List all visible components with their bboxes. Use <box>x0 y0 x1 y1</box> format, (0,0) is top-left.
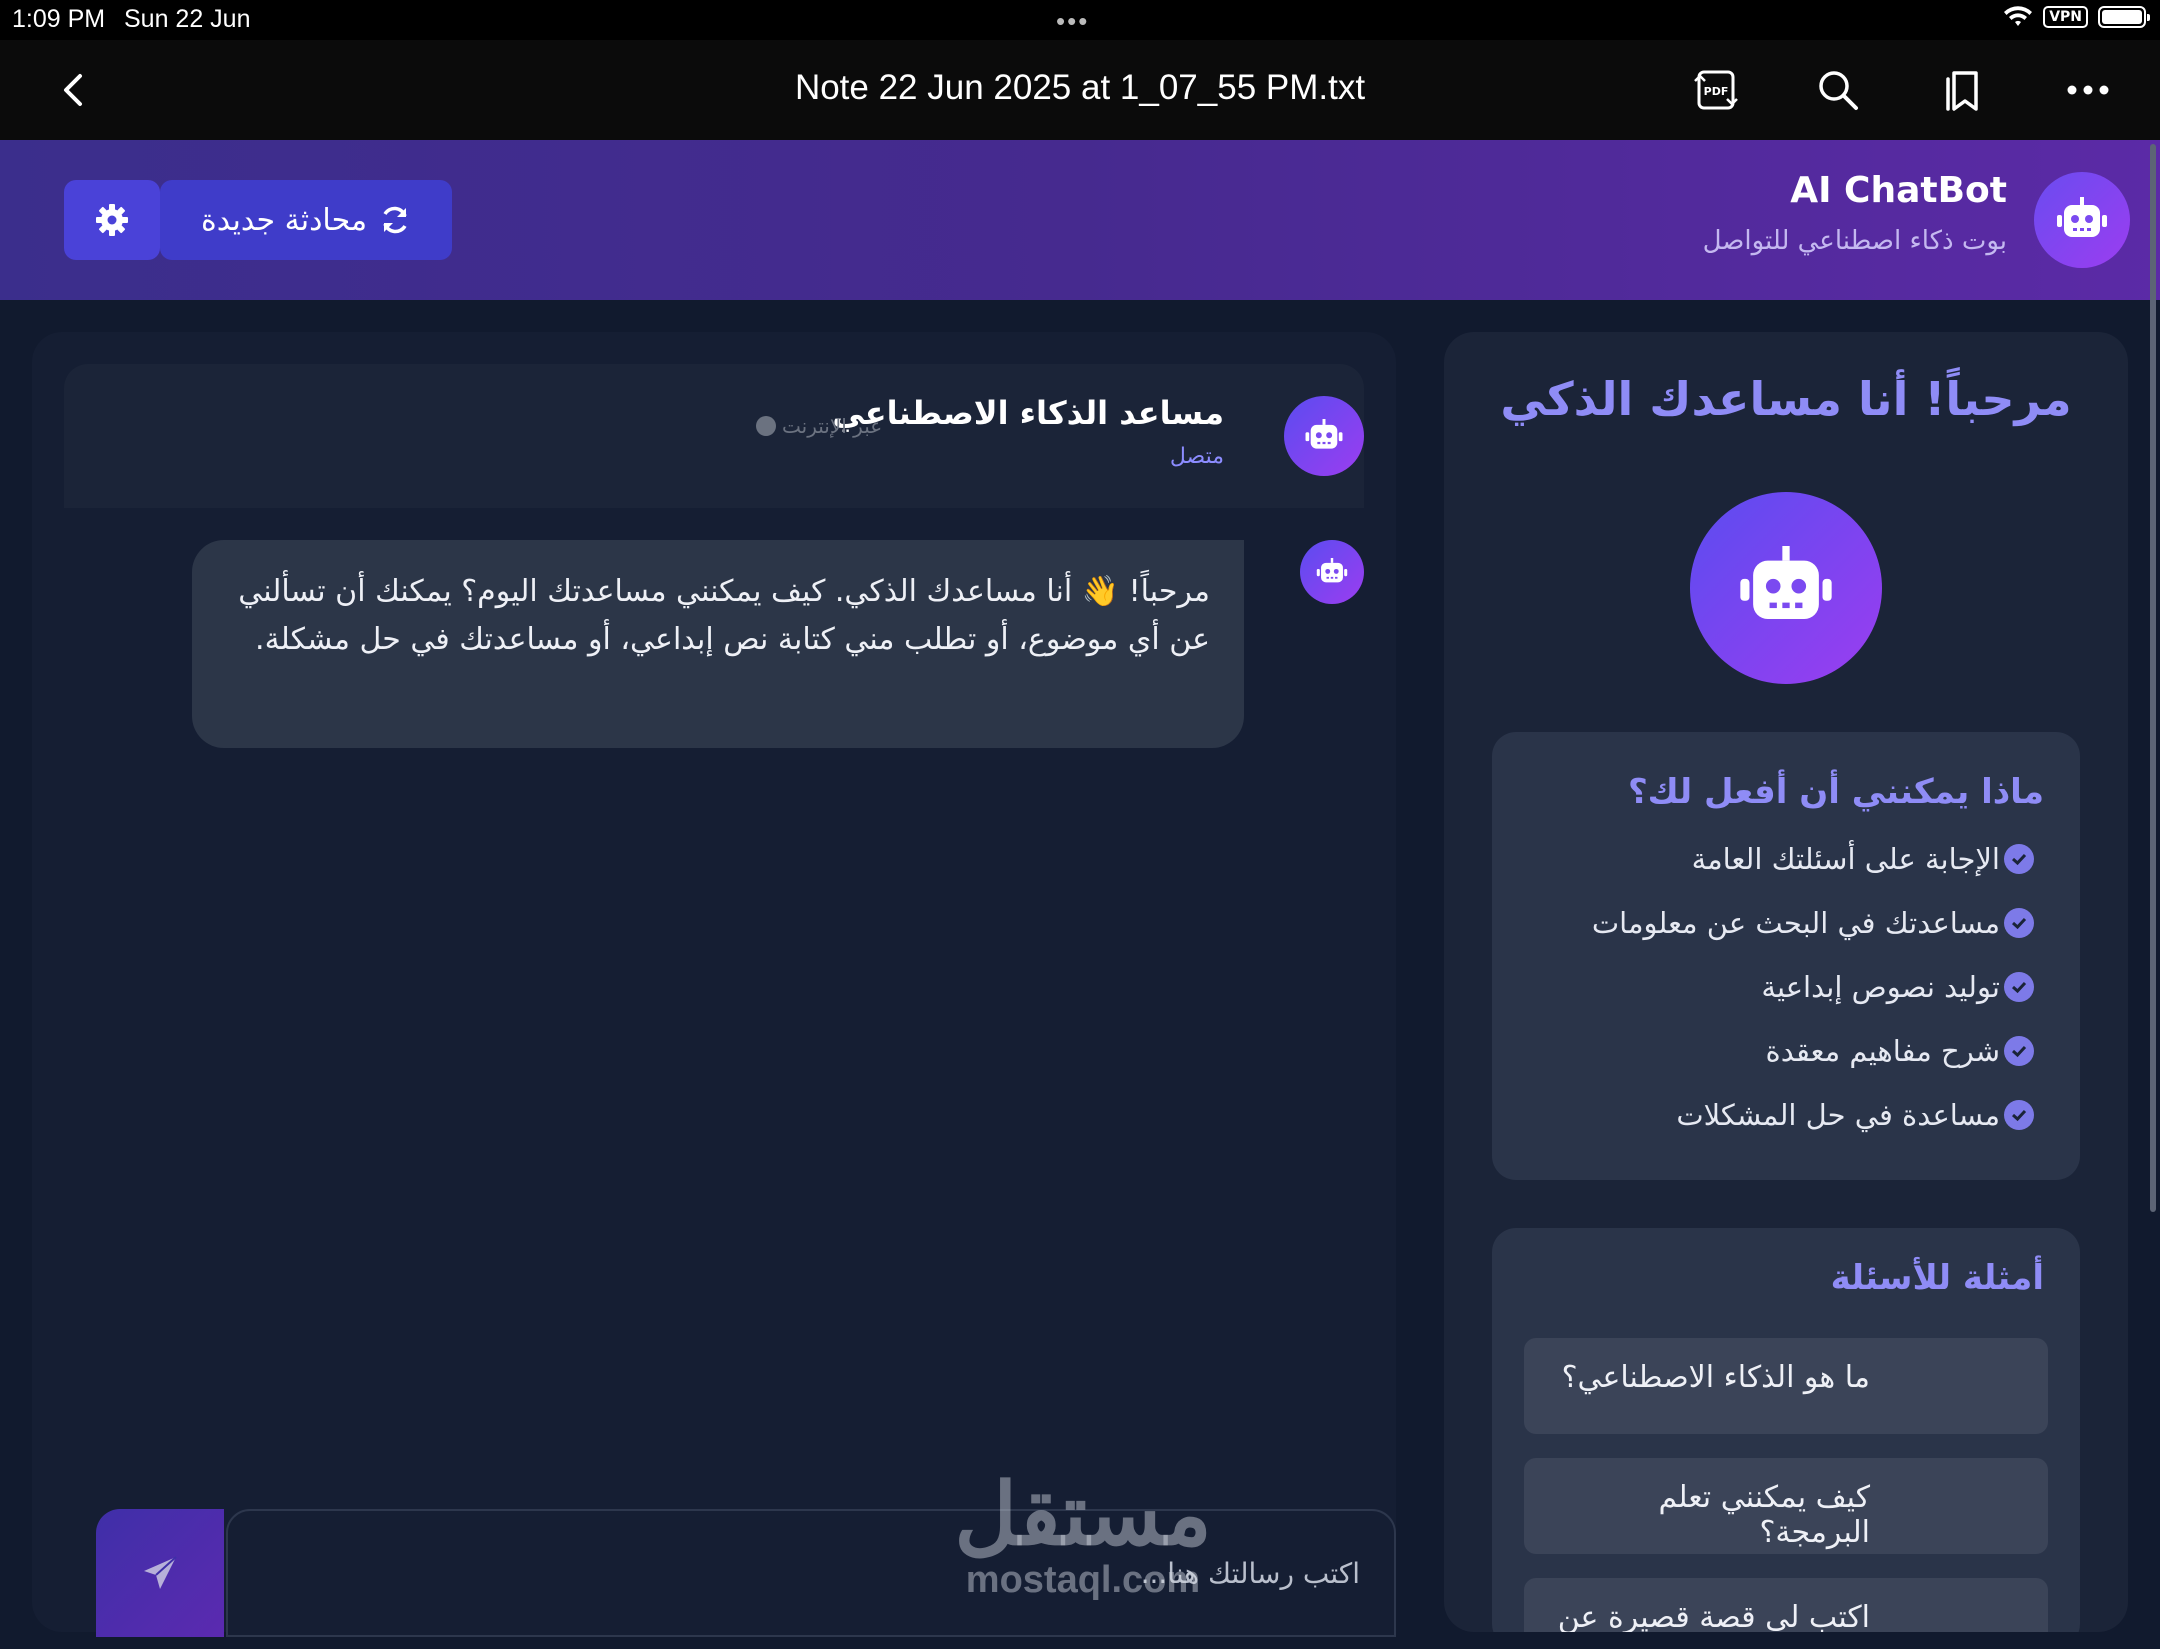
back-button[interactable] <box>52 68 96 112</box>
feature-item: مساعدة في حل المشكلات <box>1676 1098 2034 1132</box>
more-options-button[interactable] <box>2062 64 2114 116</box>
chat-header: مساعد الذكاء الاصطناعي متصل عبر الإنترنت <box>64 364 1364 508</box>
pdf-convert-icon: PDF <box>1694 70 1738 110</box>
gear-icon <box>96 204 128 236</box>
feature-label: شرح مفاهيم معقدة <box>1765 1034 2000 1068</box>
search-icon <box>1819 71 1858 110</box>
assistant-avatar <box>1284 396 1364 476</box>
robot-icon <box>1305 419 1343 449</box>
chat-panel: مساعد الذكاء الاصطناعي متصل عبر الإنترنت… <box>32 332 1396 1637</box>
feature-label: الإجابة على أسئلتك العامة <box>1691 842 2000 876</box>
check-icon <box>2004 1100 2034 1130</box>
example-question-button[interactable]: اكتب لي قصة قصيرة عن المستقبل <box>1524 1578 2048 1632</box>
brand-subtitle: بوت ذكاء اصطناعي للتواصل <box>1702 226 2007 256</box>
info-sidebar: مرحباً! أنا مساعدك الذكي ماذا يمكنني أن … <box>1444 332 2128 1632</box>
convert-pdf-button[interactable]: PDF <box>1690 64 1742 116</box>
connection-status: عبر الإنترنت <box>756 414 882 438</box>
hero-avatar <box>1690 492 1882 684</box>
feature-item: الإجابة على أسئلتك العامة <box>1692 842 2034 876</box>
wifi-icon <box>2004 6 2033 26</box>
robot-icon <box>2057 197 2107 237</box>
check-icon <box>2004 1036 2034 1066</box>
multitasking-dots-icon[interactable]: ••• <box>1056 6 1089 37</box>
settings-button[interactable] <box>64 180 160 260</box>
example-question-button[interactable]: ما هو الذكاء الاصطناعي؟ <box>1524 1338 2048 1434</box>
svg-text:PDF: PDF <box>1704 85 1729 98</box>
examples-title: أمثلة للأسئلة <box>1830 1258 2044 1298</box>
status-dot-icon <box>756 416 776 436</box>
page-scrollbar[interactable] <box>2150 144 2156 1212</box>
feature-label: مساعدتك في البحث عن معلومات <box>1591 906 2000 940</box>
connection-status-label: عبر الإنترنت <box>782 414 883 438</box>
status-online: متصل <box>1169 444 1224 469</box>
app-toolbar: Note 22 Jun 2025 at 1_07_55 PM.txt PDF <box>0 40 2160 140</box>
brand-avatar <box>2034 172 2130 268</box>
new-chat-label: محادثة جديدة <box>201 202 368 238</box>
feature-item: مساعدتك في البحث عن معلومات <box>1592 906 2034 940</box>
send-button[interactable] <box>96 1509 224 1637</box>
status-time: 1:09 PM <box>12 5 106 33</box>
bookmarks-button[interactable] <box>1938 64 1990 116</box>
chevron-left-icon <box>64 74 82 106</box>
robot-icon <box>1316 558 1348 583</box>
search-button[interactable] <box>1812 64 1864 116</box>
bot-message: مرحباً! 👋 أنا مساعدك الذكي. كيف يمكنني م… <box>192 540 1244 748</box>
battery-icon <box>2098 6 2150 28</box>
feature-label: توليد نصوص إبداعية <box>1761 970 2000 1004</box>
feature-item: شرح مفاهيم معقدة <box>1766 1034 2034 1068</box>
features-title: ماذا يمكنني أن أفعل لك؟ <box>1627 772 2044 812</box>
message-composer <box>96 1509 1396 1649</box>
message-input[interactable] <box>226 1509 1396 1637</box>
robot-icon <box>1740 546 1832 620</box>
status-date: Sun 22 Jun <box>124 5 251 33</box>
assistant-name: مساعد الذكاء الاصطناعي <box>832 394 1224 432</box>
brand-title: AI ChatBot <box>1790 170 2007 211</box>
bookmark-icon <box>1946 71 1978 111</box>
message-avatar <box>1300 540 1364 604</box>
feature-item: توليد نصوص إبداعية <box>1761 970 2034 1004</box>
feature-label: مساعدة في حل المشكلات <box>1676 1098 2000 1132</box>
check-icon <box>2004 972 2034 1002</box>
example-question-button[interactable]: كيف يمكنني تعلم البرمجة؟ <box>1524 1458 2048 1554</box>
new-chat-button[interactable]: محادثة جديدة <box>160 180 452 260</box>
check-icon <box>2004 844 2034 874</box>
check-icon <box>2004 908 2034 938</box>
examples-card: أمثلة للأسئلة ما هو الذكاء الاصطناعي؟ كي… <box>1492 1228 2080 1632</box>
refresh-icon <box>383 206 407 234</box>
status-bar: 1:09 PM Sun 22 Jun ••• VPN <box>0 0 2160 40</box>
send-icon <box>144 1556 177 1589</box>
features-card: ماذا يمكنني أن أفعل لك؟ الإجابة على أسئل… <box>1492 732 2080 1180</box>
welcome-title: مرحباً! أنا مساعدك الذكي <box>1500 372 2072 426</box>
more-icon <box>2067 85 2109 95</box>
vpn-badge: VPN <box>2043 6 2088 28</box>
app-header: AI ChatBot بوت ذكاء اصطناعي للتواصل محاد… <box>0 140 2160 300</box>
